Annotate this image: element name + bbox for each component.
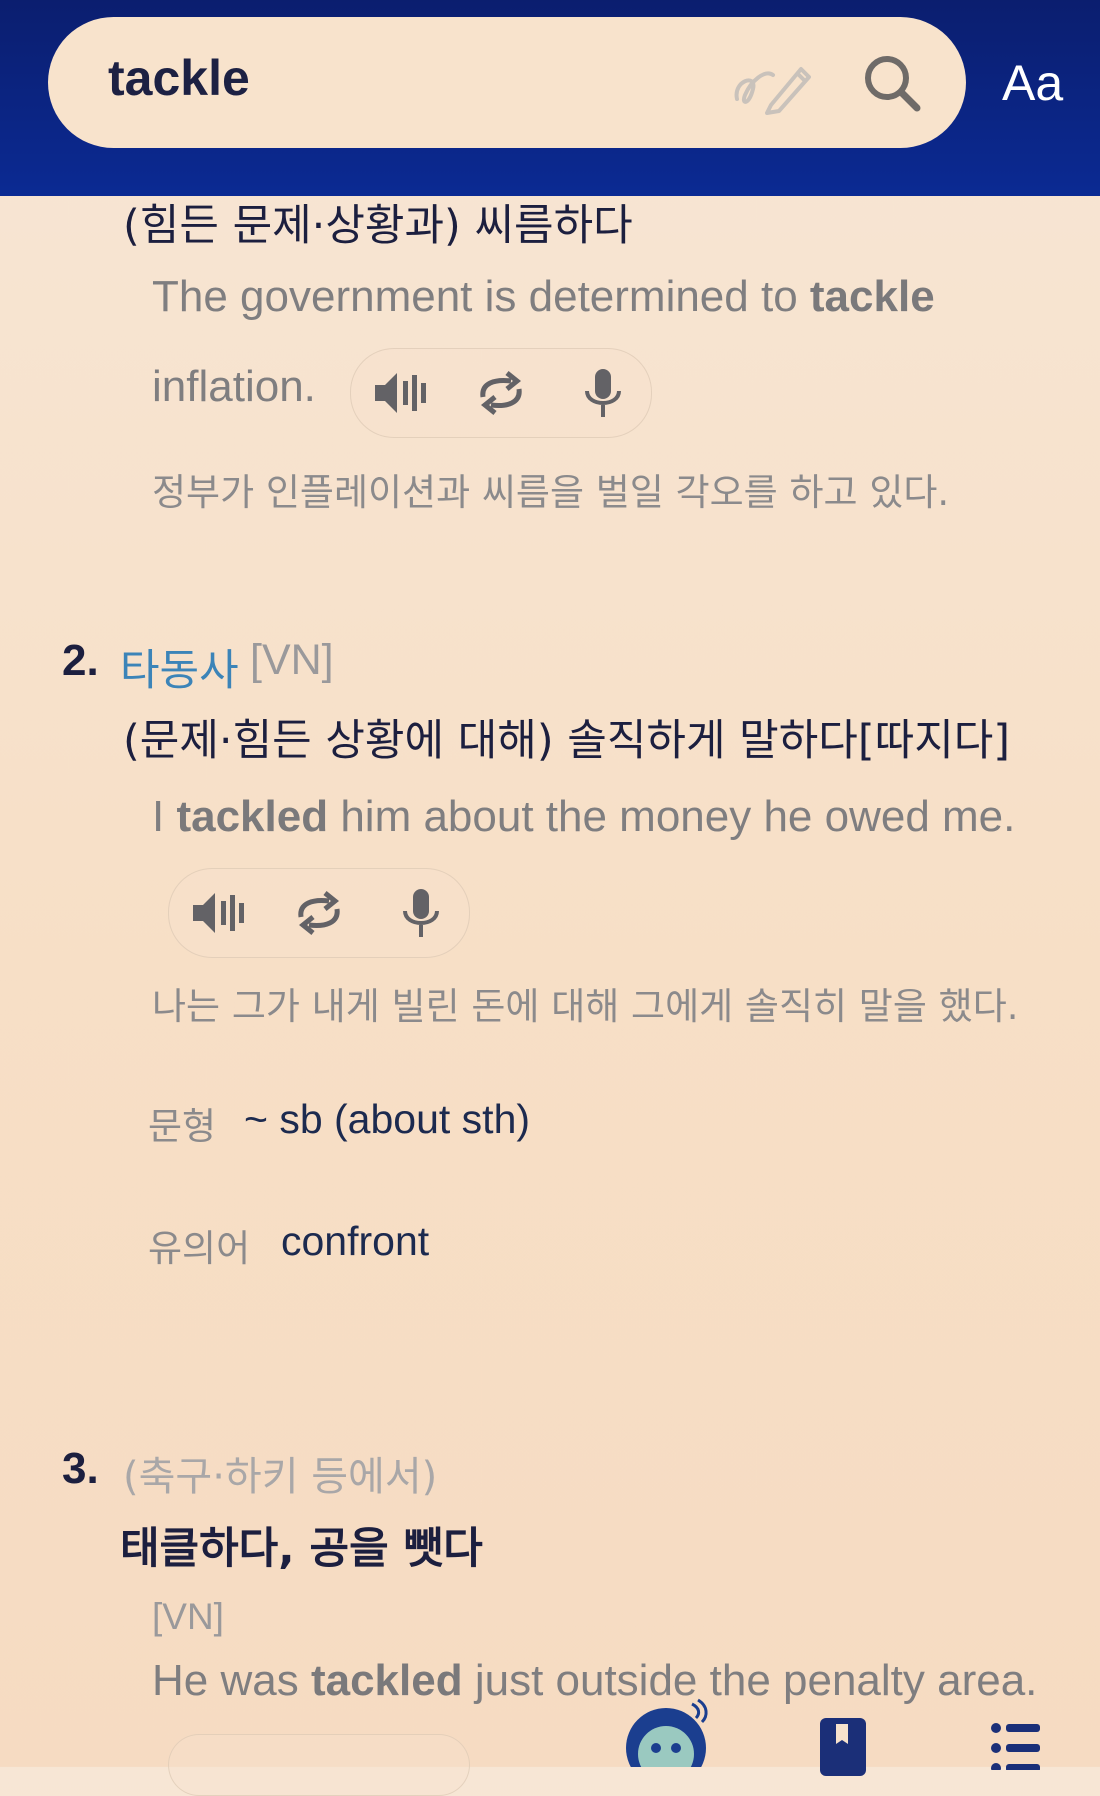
pattern-label: 문형 (148, 1105, 217, 1148)
sense-1-example-en-cont: inflation. (152, 362, 316, 411)
sense-2-pos: 타동사 (120, 646, 239, 696)
sense-2-grammar: [VN] (250, 636, 334, 684)
bookmark-icon[interactable] (818, 1716, 868, 1776)
pattern-value: ~ sb (about sth) (244, 1096, 531, 1142)
sense-1-example-ko: 정부가 인플레이션과 씨름을 벌일 각오를 하고 있다. (152, 471, 950, 514)
sense-2-number: 2. (62, 636, 99, 685)
sense-3-number: 3. (62, 1444, 99, 1493)
speaker-icon[interactable] (189, 887, 249, 939)
speaker-icon[interactable] (371, 367, 431, 419)
headword-highlight: tackle (809, 272, 935, 321)
search-icon[interactable] (860, 51, 924, 115)
sense-3-meaning: 태클하다, 공을 뺏다 (120, 1524, 483, 1574)
headword-highlight: tackled (176, 792, 329, 841)
sense-2-example-ko: 나는 그가 내게 빌린 돈에 대해 그에게 솔직히 말을 했다. (152, 985, 1019, 1028)
bottom-navigation (0, 1690, 1100, 1776)
synonym-link[interactable]: confront (281, 1218, 429, 1265)
list-icon[interactable] (990, 1720, 1042, 1770)
example-text: The government is determined to (152, 272, 810, 321)
font-size-button[interactable]: Aa (1002, 54, 1063, 112)
sense-1-meaning: (힘든 문제·상황과) 씨름하다 (123, 201, 633, 251)
audio-controls (168, 868, 470, 958)
sense-2-meaning: (문제·힘든 상황에 대해) 솔직하게 말하다[따지다] (123, 716, 1011, 766)
repeat-icon[interactable] (471, 367, 531, 419)
sense-3-grammar: [VN] (152, 1596, 224, 1637)
synonym-label: 유의어 (148, 1227, 251, 1270)
mascot-icon[interactable] (624, 1690, 720, 1767)
microphone-icon[interactable] (573, 367, 633, 419)
microphone-icon[interactable] (391, 887, 451, 939)
repeat-icon[interactable] (289, 887, 349, 939)
search-input[interactable]: tackle (108, 49, 250, 107)
sense-1-example-en: The government is determined to tackle (152, 272, 935, 322)
sense-3-domain: (축구·하키 등에서) (123, 1454, 438, 1500)
example-text: I (152, 792, 177, 841)
audio-controls (350, 348, 652, 438)
handwriting-pen-icon[interactable] (731, 55, 811, 115)
example-text: him about the money he owed me. (328, 792, 1016, 841)
top-bar: tackle Aa (0, 0, 1100, 196)
dictionary-content: (힘든 문제·상황과) 씨름하다 The government is deter… (0, 196, 1100, 1767)
sense-2-example-en: I tackled him about the money he owed me… (152, 792, 1015, 842)
search-field[interactable]: tackle (48, 17, 966, 148)
